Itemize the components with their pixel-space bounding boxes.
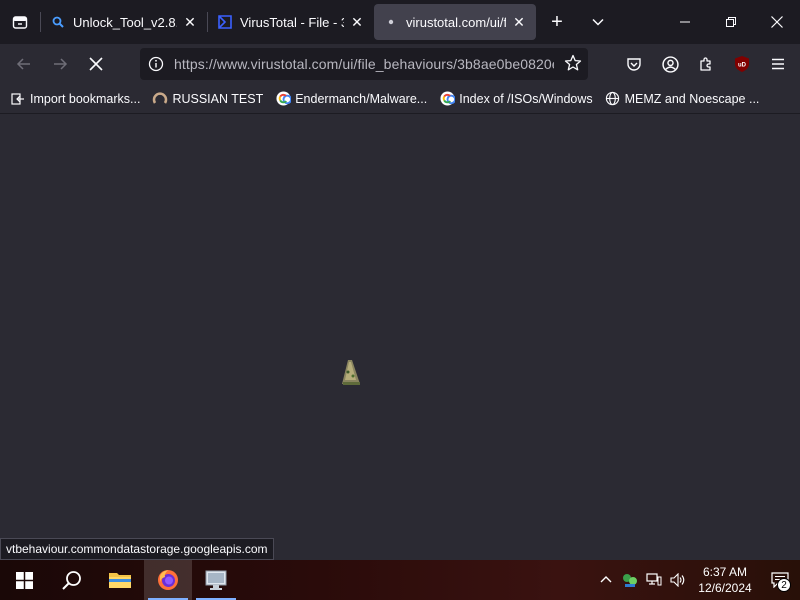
bookmark-isos-windows[interactable]: Index of /ISOs/Windows <box>439 91 593 107</box>
ublock-icon: uD <box>735 56 749 72</box>
bookmark-label: Import bookmarks... <box>30 91 141 106</box>
bookmark-russian-test[interactable]: RUSSIAN TEST <box>152 91 263 107</box>
account-icon <box>661 55 679 73</box>
close-window-button[interactable] <box>754 0 800 44</box>
virustotal-icon <box>218 15 232 29</box>
arrow-left-icon <box>16 58 30 70</box>
search-icon <box>62 571 81 590</box>
plus-icon: + <box>551 10 563 33</box>
taskbar-search-button[interactable] <box>48 560 96 600</box>
tab-unlock-tool[interactable]: Unlock_Tool_v2.8.2.r ✕ <box>41 4 207 40</box>
app-menu-button[interactable] <box>760 48 796 80</box>
back-button[interactable] <box>6 48 42 80</box>
tab-strip: Unlock_Tool_v2.8.2.r ✕ VirusTotal - File… <box>0 0 800 44</box>
clock-time: 6:37 AM <box>702 565 748 579</box>
extensions-button[interactable] <box>688 48 724 80</box>
show-hidden-icons-button[interactable] <box>594 560 618 600</box>
arrow-right-icon <box>54 58 68 70</box>
account-button[interactable] <box>652 48 688 80</box>
firefox-taskbar-button[interactable] <box>144 560 192 600</box>
puzzle-icon <box>700 57 711 71</box>
link-status-tooltip: vtbehaviour.commondatastorage.googleapis… <box>0 538 274 560</box>
forward-button[interactable] <box>42 48 78 80</box>
close-icon[interactable]: ✕ <box>183 14 197 30</box>
globe-icon <box>605 91 621 107</box>
minimize-icon <box>680 21 690 23</box>
folder-icon <box>109 573 131 588</box>
google-icon <box>275 91 291 107</box>
svg-text:uD: uD <box>738 63 747 69</box>
bookmarks-toolbar: Import bookmarks... RUSSIAN TEST Enderma… <box>0 84 800 114</box>
firefox-view-icon <box>12 16 28 29</box>
restore-button[interactable] <box>708 0 754 44</box>
list-all-tabs-button[interactable] <box>578 0 618 44</box>
close-icon <box>89 57 103 71</box>
close-icon[interactable]: ✕ <box>350 14 364 30</box>
start-button[interactable] <box>0 560 48 600</box>
app-window-button[interactable] <box>192 560 240 600</box>
ublock-origin-button[interactable]: uD <box>724 48 760 80</box>
tab-title: virustotal.com/ui/fil <box>406 14 506 30</box>
pocket-icon <box>627 58 641 71</box>
bookmark-endermanch-malware[interactable]: Endermanch/Malware... <box>275 91 427 107</box>
pocket-button[interactable] <box>616 48 652 80</box>
system-tray: 6:37 AM 12/6/2024 2 <box>594 560 800 600</box>
notification-count-badge: 2 <box>777 578 791 592</box>
chevron-down-icon <box>592 18 604 26</box>
toolbar-right-buttons: uD <box>616 48 796 80</box>
clock-date: 12/6/2024 <box>698 581 752 595</box>
taskbar-clock[interactable]: 6:37 AM 12/6/2024 <box>690 564 760 596</box>
url-text[interactable]: https://www.virustotal.com/ui/file_behav… <box>174 56 554 72</box>
bookmark-label: MEMZ and Noescape ... <box>624 91 760 106</box>
action-center-button[interactable]: 2 <box>760 560 800 600</box>
bookmark-label: RUSSIAN TEST <box>172 91 264 106</box>
windows-logo-icon <box>15 571 33 589</box>
windows-taskbar: 6:37 AM 12/6/2024 2 <box>0 560 800 600</box>
tab-virustotal-ui-active[interactable]: virustotal.com/ui/fil ✕ <box>374 4 536 40</box>
restore-icon <box>726 17 736 27</box>
page-content: vtbehaviour.commondatastorage.googleapis… <box>0 115 800 560</box>
volume-button[interactable] <box>666 560 690 600</box>
chevron-up-icon <box>600 576 612 583</box>
minimize-button[interactable] <box>662 0 708 44</box>
monitor-app-icon <box>205 570 227 590</box>
bookmark-label: Index of /ISOs/Windows <box>459 91 593 106</box>
close-icon[interactable]: ✕ <box>512 14 526 30</box>
firefox-icon <box>158 570 178 590</box>
close-icon <box>771 16 783 28</box>
network-button[interactable] <box>642 560 666 600</box>
bookmark-import[interactable]: Import bookmarks... <box>10 91 140 107</box>
network-sharing-icon <box>623 574 637 587</box>
bookmark-memz-noescape[interactable]: MEMZ and Noescape ... <box>605 91 760 107</box>
bookmark-label: Endermanch/Malware... <box>295 91 428 106</box>
navigation-toolbar: https://www.virustotal.com/ui/file_behav… <box>0 44 800 84</box>
window-controls <box>662 0 800 44</box>
stop-loading-button[interactable] <box>78 48 114 80</box>
new-tab-button[interactable]: + <box>536 0 578 44</box>
import-icon <box>10 91 26 107</box>
search-icon <box>51 15 65 29</box>
spinner-icon <box>152 91 168 107</box>
hamburger-menu-icon <box>772 58 784 70</box>
google-icon <box>439 91 455 107</box>
network-icon <box>646 573 662 586</box>
info-icon[interactable] <box>142 56 170 72</box>
file-explorer-button[interactable] <box>96 560 144 600</box>
bookmark-star-icon[interactable] <box>564 54 582 77</box>
address-bar[interactable]: https://www.virustotal.com/ui/file_behav… <box>140 48 588 80</box>
tab-virustotal-file[interactable]: VirusTotal - File - 3b ✕ <box>208 4 374 40</box>
network-app-tray-button[interactable] <box>618 560 642 600</box>
speaker-icon <box>670 573 685 587</box>
tab-title: Unlock_Tool_v2.8.2.r <box>73 14 177 30</box>
tab-title: VirusTotal - File - 3b <box>240 14 344 30</box>
loading-image-icon <box>342 360 360 385</box>
loading-dot-icon <box>384 15 398 29</box>
firefox-view-button[interactable] <box>0 0 40 44</box>
